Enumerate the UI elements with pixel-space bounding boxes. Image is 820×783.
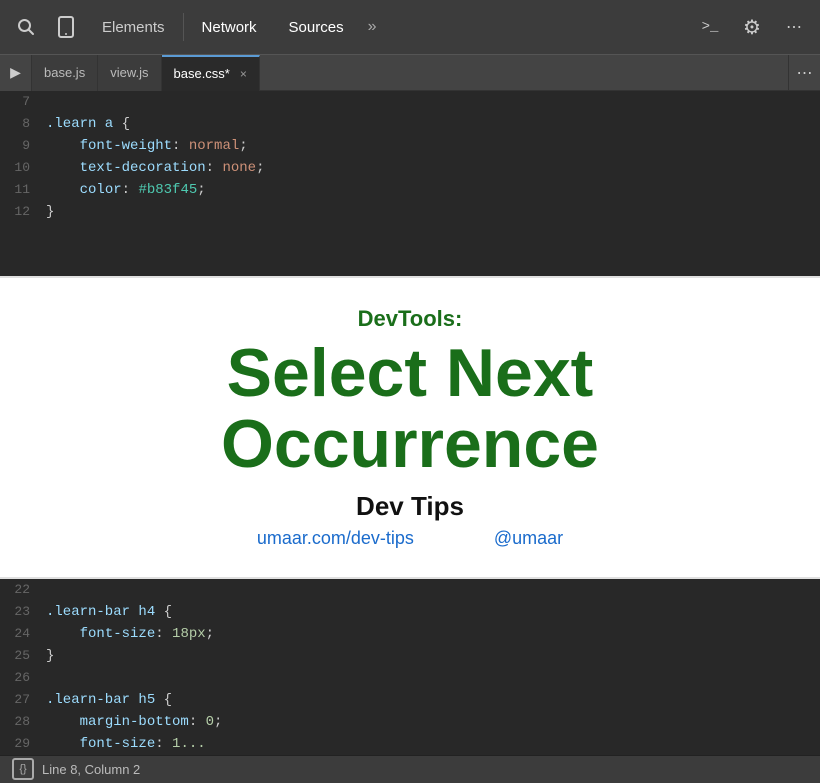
file-tab-viewjs[interactable]: view.js xyxy=(98,55,161,91)
code-line-25: 25 } xyxy=(0,645,820,667)
overlay-devtips-label: Dev Tips xyxy=(356,491,464,522)
code-line-7: 7 xyxy=(0,91,820,113)
code-editor-bottom: 22 23 .learn-bar h4 { 24 font-size: 18px… xyxy=(0,579,820,755)
code-line-8: 8 .learn a { xyxy=(0,113,820,135)
terminal-icon[interactable]: >_ xyxy=(692,9,728,45)
code-line-26: 26 xyxy=(0,667,820,689)
overlay-link-twitter[interactable]: @umaar xyxy=(494,528,563,549)
toolbar: Elements Network Sources » >_ ⚙ ⋯ xyxy=(0,0,820,55)
file-tab-viewjs-label: view.js xyxy=(110,65,148,80)
code-line-23: 23 .learn-bar h4 { xyxy=(0,601,820,623)
settings-icon[interactable]: ⚙ xyxy=(734,9,770,45)
code-line-10: 10 text-decoration: none; xyxy=(0,157,820,179)
more-options-icon[interactable]: ⋯ xyxy=(776,9,812,45)
code-line-27: 27 .learn-bar h5 { xyxy=(0,689,820,711)
device-icon[interactable] xyxy=(48,9,84,45)
close-tab-icon[interactable]: × xyxy=(240,68,247,80)
code-line-22: 22 xyxy=(0,579,820,601)
code-line-29: 29 font-size: 1... xyxy=(0,733,820,755)
overlay-title: Select Next Occurrence xyxy=(40,338,780,481)
overlay-card: DevTools: Select Next Occurrence Dev Tip… xyxy=(0,276,820,579)
status-position: Line 8, Column 2 xyxy=(42,762,140,777)
overlay-link-website[interactable]: umaar.com/dev-tips xyxy=(257,528,414,549)
elements-tab[interactable]: Elements xyxy=(88,0,179,54)
network-tab[interactable]: Network xyxy=(188,0,271,54)
code-editor-top: 7 8 .learn a { 9 font-weight: normal; 10… xyxy=(0,91,820,276)
file-tabs-more-icon[interactable]: ⋯ xyxy=(788,55,820,91)
search-icon[interactable] xyxy=(8,9,44,45)
code-line-11: 11 color: #b83f45; xyxy=(0,179,820,201)
code-line-9: 9 font-weight: normal; xyxy=(0,135,820,157)
code-line-12: 12 } xyxy=(0,201,820,223)
status-bar: {} Line 8, Column 2 xyxy=(0,755,820,783)
more-tabs-icon[interactable]: » xyxy=(362,18,383,36)
file-tab-basejs-label: base.js xyxy=(44,65,85,80)
file-tab-basejs[interactable]: base.js xyxy=(32,55,98,91)
file-tab-basecss-label: base.css* xyxy=(174,66,230,81)
sidebar-toggle-button[interactable]: ▶ xyxy=(0,55,32,91)
code-line-24: 24 font-size: 18px; xyxy=(0,623,820,645)
status-braces-icon: {} xyxy=(12,758,34,780)
overlay-links: umaar.com/dev-tips @umaar xyxy=(257,528,563,549)
overlay-subtitle: DevTools: xyxy=(358,306,463,332)
code-line-28: 28 margin-bottom: 0; xyxy=(0,711,820,733)
file-tabs-bar: ▶ base.js view.js base.css* × ⋯ xyxy=(0,55,820,91)
sources-tab[interactable]: Sources xyxy=(275,0,358,54)
file-tab-basecss[interactable]: base.css* × xyxy=(162,55,260,91)
